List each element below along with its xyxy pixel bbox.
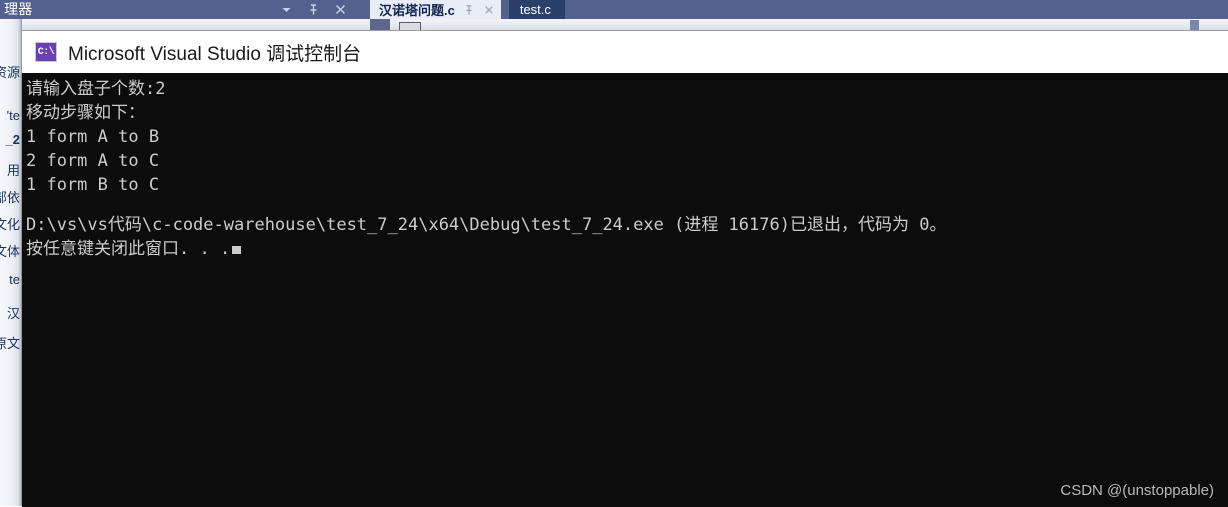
tab-label: test.c — [519, 2, 551, 17]
console-exit-line: D:\vs\vs代码\c-code-warehouse\test_7_24\x6… — [26, 215, 947, 235]
console-title: Microsoft Visual Studio 调试控制台 — [68, 43, 362, 65]
console-line: 1 form A to B — [26, 127, 160, 147]
tool-window-title-buttons — [280, 0, 380, 19]
close-icon[interactable] — [334, 3, 347, 16]
strip-fragment: 文体 — [0, 244, 20, 259]
console-line: 2 form A to C — [26, 151, 160, 171]
strip-fragment: te — [9, 272, 20, 287]
tab-test-c[interactable]: test.c — [508, 0, 565, 19]
close-icon[interactable] — [483, 4, 495, 16]
pin-icon[interactable] — [463, 4, 475, 16]
strip-fragment: 'te — [6, 108, 20, 123]
console-icon-glyph: C:\ — [37, 46, 55, 58]
document-tab-well: 汉诺塔问题.c test.c — [370, 0, 1228, 19]
strip-fragment: 汉 — [6, 306, 20, 321]
console-cmd-icon: C:\ — [35, 42, 57, 62]
chevron-down-icon[interactable] — [280, 3, 293, 16]
console-line: 移动步骤如下： — [26, 103, 145, 123]
console-prompt-line: 按任意键关闭此窗口. . . — [22, 237, 1228, 261]
strip-fragment: 资源 — [0, 65, 20, 80]
strip-fragment: 文化 — [0, 217, 20, 232]
solution-explorer-title: 理器 — [4, 1, 33, 17]
strip-fragment: 原文 — [0, 336, 20, 351]
tab-label: 汉诺塔问题.c — [379, 3, 455, 18]
console-line: 请输入盘子个数:2 — [26, 79, 166, 99]
console-output-area[interactable]: 请输入盘子个数:2 移动步骤如下： 1 form A to B 2 form A… — [22, 73, 1228, 507]
solution-explorer-strip[interactable]: 资源 'te _2 用 部依 文化 文体 te 汉 原文 — [0, 19, 22, 506]
csdn-watermark: CSDN @(unstoppable) — [1060, 482, 1214, 499]
strip-fragment: 用 — [6, 163, 20, 178]
strip-fragment: _2 — [5, 132, 20, 147]
debug-console-window[interactable]: C:\ Microsoft Visual Studio 调试控制台 请输入盘子个… — [21, 30, 1228, 507]
console-titlebar[interactable]: C:\ Microsoft Visual Studio 调试控制台 — [22, 31, 1228, 73]
strip-fragment: 部依 — [0, 190, 20, 205]
block-cursor-icon — [232, 246, 242, 254]
console-line: 1 form B to C — [26, 175, 160, 195]
pin-icon[interactable] — [307, 3, 320, 16]
console-prompt-text: 按任意键关闭此窗口. . . — [26, 239, 231, 259]
tab-hanoi-problem[interactable]: 汉诺塔问题.c — [370, 0, 501, 19]
